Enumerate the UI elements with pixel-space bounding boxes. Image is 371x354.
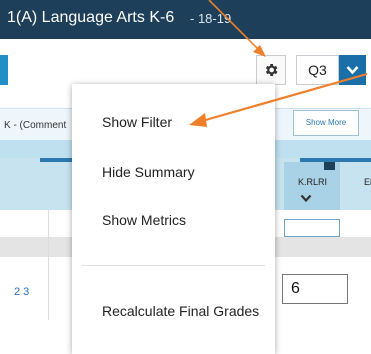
annotation-arrows <box>189 0 368 127</box>
annotation-arrowhead <box>189 113 207 127</box>
annotation-arrow-line <box>208 0 263 54</box>
annotation-arrow-line <box>201 72 368 123</box>
